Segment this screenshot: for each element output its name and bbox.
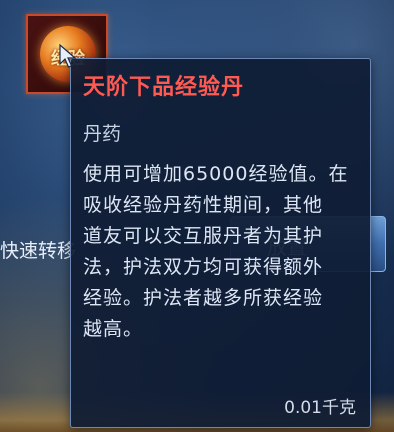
description-line: 道友可以交互服丹者为其护 — [83, 225, 324, 247]
item-category: 丹药 — [83, 123, 122, 145]
description-line: 经验。护法者越多所获经验 — [83, 287, 324, 309]
item-description: 使用可增加65000经验值。在 吸收经验丹药性期间，其他 道友可以交互服丹者为其… — [83, 159, 363, 345]
item-weight: 0.01千克 — [284, 398, 356, 418]
item-tooltip: 天阶下品经验丹 丹药 使用可增加65000经验值。在 吸收经验丹药性期间，其他 … — [70, 58, 371, 428]
item-name: 天阶下品经验丹 — [83, 75, 245, 100]
description-line: 吸收经验丹药性期间，其他 — [83, 194, 324, 216]
description-line: 使用可增加65000经验值。在 — [83, 163, 349, 185]
mouse-cursor-icon — [59, 44, 77, 68]
description-line: 越高。 — [83, 318, 144, 340]
quick-transfer-label[interactable]: 快速转移 — [0, 236, 76, 263]
description-line: 法，护法双方均可获得额外 — [83, 256, 324, 278]
